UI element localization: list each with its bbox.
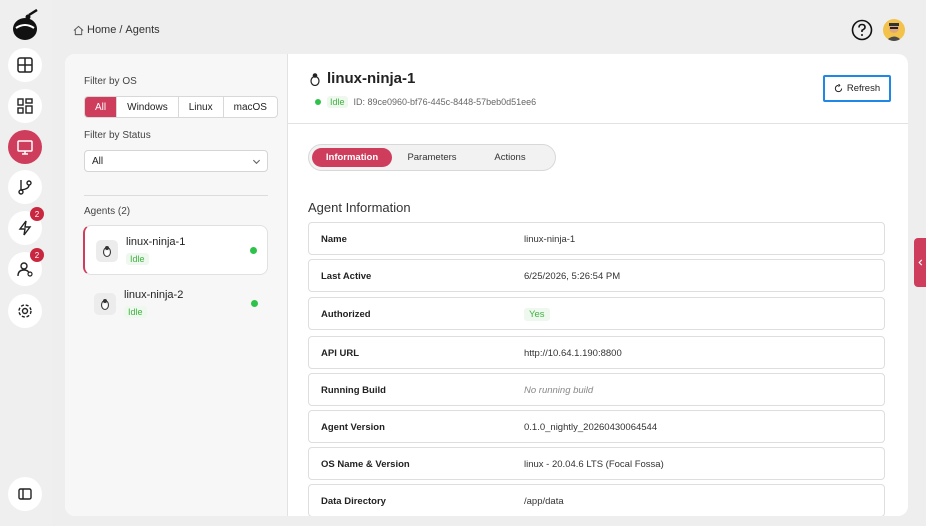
main-card: Filter by OS All Windows Linux macOS Fil… bbox=[65, 54, 908, 516]
avatar[interactable] bbox=[883, 19, 905, 41]
dashboard-icon bbox=[17, 57, 33, 73]
tab-information[interactable]: Information bbox=[312, 148, 392, 167]
agent-status-badge: Idle bbox=[126, 253, 149, 265]
git-branch-icon bbox=[18, 180, 32, 195]
agent-id: ID: 89ce0960-bf76-445c-8448-57beb0d51ee6 bbox=[353, 97, 537, 107]
status-filter-value: All bbox=[92, 155, 104, 167]
refresh-icon bbox=[834, 84, 843, 93]
divider bbox=[288, 123, 908, 124]
tab-parameters[interactable]: Parameters bbox=[392, 148, 472, 167]
info-row-running-build: Running Build No running build bbox=[308, 373, 885, 406]
agent-list-item[interactable]: linux-ninja-1 Idle bbox=[83, 225, 268, 275]
linux-os-badge bbox=[94, 293, 116, 315]
os-filter-windows[interactable]: Windows bbox=[116, 97, 178, 117]
agent-list-item[interactable]: linux-ninja-2 Idle bbox=[83, 279, 268, 329]
linux-tux-icon bbox=[310, 72, 320, 86]
info-value: No running build bbox=[524, 385, 594, 396]
breadcrumb: Home / Agents bbox=[73, 24, 160, 36]
divider bbox=[84, 195, 268, 196]
notification-badge: 2 bbox=[30, 248, 44, 262]
info-key: API URL bbox=[321, 348, 359, 359]
info-value: /app/data bbox=[524, 496, 564, 507]
app-logo-icon[interactable] bbox=[11, 9, 41, 41]
agent-detail-name: linux-ninja-1 bbox=[327, 70, 416, 87]
agent-name: linux-ninja-2 bbox=[124, 289, 184, 301]
agents-filter-panel: Filter by OS All Windows Linux macOS Fil… bbox=[65, 54, 288, 516]
info-row-agent-version: Agent Version 0.1.0_nightly_202604300645… bbox=[308, 410, 885, 443]
info-row-name: Name linux-ninja-1 bbox=[308, 222, 885, 255]
chevron-left-icon bbox=[917, 259, 922, 266]
agent-status-badge: Idle bbox=[124, 306, 147, 318]
notification-badge: 2 bbox=[30, 207, 44, 221]
info-row-last-active: Last Active 6/25/2026, 5:26:54 PM bbox=[308, 259, 885, 292]
users-icon bbox=[17, 262, 33, 277]
help-icon[interactable] bbox=[851, 19, 873, 41]
triggers-nav-button[interactable]: 2 bbox=[8, 207, 44, 245]
agent-status-badge: Idle bbox=[327, 96, 348, 108]
info-value: linux-ninja-1 bbox=[524, 234, 576, 245]
info-row-authorized: Authorized Yes bbox=[308, 297, 885, 330]
refresh-button[interactable]: Refresh bbox=[823, 75, 891, 102]
nav-rail: 2 2 bbox=[0, 0, 52, 526]
monitor-icon bbox=[17, 140, 33, 155]
agents-nav-button[interactable] bbox=[8, 130, 42, 164]
detail-tabs: Information Parameters Actions bbox=[308, 144, 556, 171]
linux-tux-icon bbox=[103, 246, 111, 257]
os-filter-group: All Windows Linux macOS bbox=[84, 96, 278, 118]
grid-nav-button[interactable] bbox=[8, 89, 42, 123]
online-indicator bbox=[315, 99, 321, 105]
lightning-icon bbox=[18, 220, 32, 236]
info-key: Last Active bbox=[321, 271, 372, 282]
online-indicator bbox=[251, 300, 258, 307]
info-value: http://10.64.1.190:8800 bbox=[524, 348, 622, 359]
info-value: 6/25/2026, 5:26:54 PM bbox=[524, 271, 621, 282]
info-key: Data Directory bbox=[321, 496, 386, 507]
agent-detail-title: linux-ninja-1 bbox=[309, 70, 415, 87]
info-key: Authorized bbox=[321, 309, 371, 320]
users-nav-button[interactable]: 2 bbox=[8, 248, 44, 286]
chevron-down-icon bbox=[252, 159, 261, 165]
os-filter-all[interactable]: All bbox=[85, 97, 117, 117]
filter-status-label: Filter by Status bbox=[84, 130, 151, 141]
os-filter-macos[interactable]: macOS bbox=[222, 97, 277, 117]
user-avatar-icon bbox=[886, 23, 902, 41]
linux-tux-icon bbox=[101, 299, 109, 310]
info-value: 0.1.0_nightly_20260430064544 bbox=[524, 422, 658, 433]
online-indicator bbox=[250, 247, 257, 254]
agent-detail-status: Idle ID: 89ce0960-bf76-445c-8448-57beb0d… bbox=[315, 96, 536, 108]
filter-os-label: Filter by OS bbox=[84, 76, 137, 87]
breadcrumb-current: Agents bbox=[125, 24, 160, 36]
status-filter-select[interactable]: All bbox=[84, 150, 268, 172]
side-panel-toggle[interactable] bbox=[914, 238, 926, 287]
agents-heading: Agents (2) bbox=[84, 206, 131, 217]
os-filter-linux[interactable]: Linux bbox=[177, 97, 223, 117]
collapse-sidebar-button[interactable] bbox=[8, 477, 42, 511]
linux-os-badge bbox=[96, 240, 118, 262]
info-key: Agent Version bbox=[321, 422, 385, 433]
info-value: linux - 20.04.6 LTS (Focal Fossa) bbox=[524, 459, 664, 470]
info-row-data-directory: Data Directory /app/data bbox=[308, 484, 885, 516]
refresh-label: Refresh bbox=[846, 83, 881, 94]
info-row-os: OS Name & Version linux - 20.04.6 LTS (F… bbox=[308, 447, 885, 480]
settings-nav-button[interactable] bbox=[8, 294, 42, 328]
dashboard-nav-button[interactable] bbox=[8, 48, 42, 82]
grid-icon bbox=[17, 98, 33, 114]
info-key: Running Build bbox=[321, 385, 386, 396]
breadcrumb-home-link[interactable]: Home bbox=[87, 24, 116, 36]
info-key: OS Name & Version bbox=[321, 459, 410, 470]
tab-actions[interactable]: Actions bbox=[472, 148, 548, 167]
agent-name: linux-ninja-1 bbox=[126, 236, 186, 248]
git-nav-button[interactable] bbox=[8, 170, 42, 204]
home-icon[interactable] bbox=[73, 25, 84, 36]
info-key: Name bbox=[321, 234, 347, 245]
gear-icon bbox=[18, 304, 32, 318]
authorized-badge: Yes bbox=[524, 308, 550, 321]
sidebar-toggle-icon bbox=[18, 488, 32, 500]
breadcrumb-separator: / bbox=[119, 24, 123, 36]
info-row-api-url: API URL http://10.64.1.190:8800 bbox=[308, 336, 885, 369]
section-title: Agent Information bbox=[308, 200, 411, 215]
